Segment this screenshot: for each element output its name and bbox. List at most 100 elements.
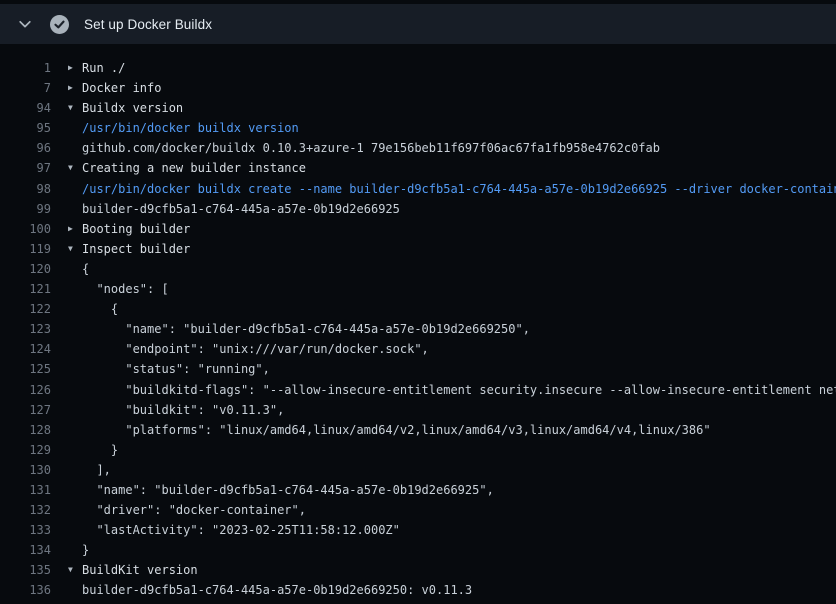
disclosure-triangle-icon xyxy=(51,179,82,199)
line-number[interactable]: 121 xyxy=(0,279,51,299)
disclosure-triangle-icon xyxy=(51,400,82,420)
line-number[interactable]: 124 xyxy=(0,339,51,359)
line-number[interactable]: 128 xyxy=(0,420,51,440)
line-number[interactable]: 123 xyxy=(0,319,51,339)
log-line-text: builder-d9cfb5a1-c764-445a-a57e-0b19d2e6… xyxy=(82,199,400,219)
disclosure-triangle-icon: ▼ xyxy=(51,560,82,580)
log-line: 121 "nodes": [ xyxy=(0,279,836,299)
log-line-text: Run ./ xyxy=(82,58,125,78)
line-number[interactable]: 96 xyxy=(0,138,51,158)
line-number[interactable]: 136 xyxy=(0,580,51,600)
log-line: 125 "status": "running", xyxy=(0,359,836,379)
line-number[interactable]: 130 xyxy=(0,460,51,480)
log-line-text: /usr/bin/docker buildx create --name bui… xyxy=(82,179,836,199)
log-line-text: "buildkitd-flags": "--allow-insecure-ent… xyxy=(82,380,836,400)
line-number[interactable]: 120 xyxy=(0,259,51,279)
log-line: 133 "lastActivity": "2023-02-25T11:58:12… xyxy=(0,520,836,540)
line-number[interactable]: 129 xyxy=(0,440,51,460)
log-line[interactable]: 7 ▶ Docker info xyxy=(0,78,836,98)
log-area: 1 ▶ Run ./ 7 ▶ Docker info 94 ▼ Buildx v… xyxy=(0,44,836,601)
log-line-text: { xyxy=(82,259,89,279)
disclosure-triangle-icon: ▶ xyxy=(51,219,82,239)
line-number[interactable]: 94 xyxy=(0,98,51,118)
disclosure-triangle-icon xyxy=(51,299,82,319)
disclosure-triangle-icon: ▼ xyxy=(51,158,82,178)
log-line[interactable]: 1 ▶ Run ./ xyxy=(0,58,836,78)
log-line-text: Docker info xyxy=(82,78,161,98)
log-line-text: { xyxy=(82,299,118,319)
disclosure-triangle-icon xyxy=(51,440,82,460)
disclosure-triangle-icon xyxy=(51,359,82,379)
log-line-text: BuildKit version xyxy=(82,560,198,580)
log-line: 124 "endpoint": "unix:///var/run/docker.… xyxy=(0,339,836,359)
log-line: 134 } xyxy=(0,540,836,560)
disclosure-triangle-icon: ▼ xyxy=(51,98,82,118)
chevron-down-icon[interactable] xyxy=(12,11,38,37)
step-title: Set up Docker Buildx xyxy=(84,17,212,32)
log-line-text: "platforms": "linux/amd64,linux/amd64/v2… xyxy=(82,420,711,440)
disclosure-triangle-icon xyxy=(51,580,82,600)
log-line: 120 { xyxy=(0,259,836,279)
log-line-text: ], xyxy=(82,460,111,480)
log-line-text: "name": "builder-d9cfb5a1-c764-445a-a57e… xyxy=(82,480,494,500)
log-line-text: Inspect builder xyxy=(82,239,190,259)
line-number[interactable]: 133 xyxy=(0,520,51,540)
log-line[interactable]: 119 ▼ Inspect builder xyxy=(0,239,836,259)
log-line-text: "lastActivity": "2023-02-25T11:58:12.000… xyxy=(82,520,400,540)
disclosure-triangle-icon xyxy=(51,339,82,359)
log-line[interactable]: 135 ▼ BuildKit version xyxy=(0,560,836,580)
line-number[interactable]: 119 xyxy=(0,239,51,259)
disclosure-triangle-icon xyxy=(51,520,82,540)
log-line-text: "status": "running", xyxy=(82,359,270,379)
log-line: 130 ], xyxy=(0,460,836,480)
line-number[interactable]: 95 xyxy=(0,118,51,138)
disclosure-triangle-icon xyxy=(51,420,82,440)
step-header[interactable]: Set up Docker Buildx xyxy=(0,4,836,44)
log-line-text: /usr/bin/docker buildx version xyxy=(82,118,299,138)
log-line-text: Buildx version xyxy=(82,98,183,118)
log-line[interactable]: 97 ▼ Creating a new builder instance xyxy=(0,158,836,178)
log-line: 136 builder-d9cfb5a1-c764-445a-a57e-0b19… xyxy=(0,580,836,600)
line-number[interactable]: 98 xyxy=(0,179,51,199)
log-line[interactable]: 100 ▶ Booting builder xyxy=(0,219,836,239)
disclosure-triangle-icon xyxy=(51,500,82,520)
disclosure-triangle-icon xyxy=(51,460,82,480)
log-line: 122 { xyxy=(0,299,836,319)
log-line: 98 /usr/bin/docker buildx create --name … xyxy=(0,179,836,199)
log-line-text: builder-d9cfb5a1-c764-445a-a57e-0b19d2e6… xyxy=(82,580,472,600)
log-line: 99 builder-d9cfb5a1-c764-445a-a57e-0b19d… xyxy=(0,199,836,219)
line-number[interactable]: 100 xyxy=(0,219,51,239)
line-number[interactable]: 126 xyxy=(0,380,51,400)
log-line[interactable]: 94 ▼ Buildx version xyxy=(0,98,836,118)
line-number[interactable]: 99 xyxy=(0,199,51,219)
log-line-text: } xyxy=(82,540,89,560)
line-number[interactable]: 1 xyxy=(0,58,51,78)
disclosure-triangle-icon: ▶ xyxy=(51,78,82,98)
disclosure-triangle-icon xyxy=(51,199,82,219)
line-number[interactable]: 134 xyxy=(0,540,51,560)
log-line: 129 } xyxy=(0,440,836,460)
line-number[interactable]: 7 xyxy=(0,78,51,98)
log-line: 95 /usr/bin/docker buildx version xyxy=(0,118,836,138)
line-number[interactable]: 135 xyxy=(0,560,51,580)
line-number[interactable]: 132 xyxy=(0,500,51,520)
line-number[interactable]: 97 xyxy=(0,158,51,178)
disclosure-triangle-icon xyxy=(51,540,82,560)
log-line-text: github.com/docker/buildx 0.10.3+azure-1 … xyxy=(82,138,660,158)
log-line-text: Creating a new builder instance xyxy=(82,158,306,178)
log-line: 96 github.com/docker/buildx 0.10.3+azure… xyxy=(0,138,836,158)
line-number[interactable]: 122 xyxy=(0,299,51,319)
line-number[interactable]: 131 xyxy=(0,480,51,500)
disclosure-triangle-icon: ▶ xyxy=(51,58,82,78)
line-number[interactable]: 127 xyxy=(0,400,51,420)
line-number[interactable]: 125 xyxy=(0,359,51,379)
log-line-text: "name": "builder-d9cfb5a1-c764-445a-a57e… xyxy=(82,319,530,339)
disclosure-triangle-icon xyxy=(51,118,82,138)
disclosure-triangle-icon xyxy=(51,279,82,299)
log-line-text: "buildkit": "v0.11.3", xyxy=(82,400,284,420)
log-line-text: } xyxy=(82,440,118,460)
log-line-text: "nodes": [ xyxy=(82,279,169,299)
log-line: 131 "name": "builder-d9cfb5a1-c764-445a-… xyxy=(0,480,836,500)
log-line-text: "endpoint": "unix:///var/run/docker.sock… xyxy=(82,339,429,359)
disclosure-triangle-icon: ▼ xyxy=(51,239,82,259)
